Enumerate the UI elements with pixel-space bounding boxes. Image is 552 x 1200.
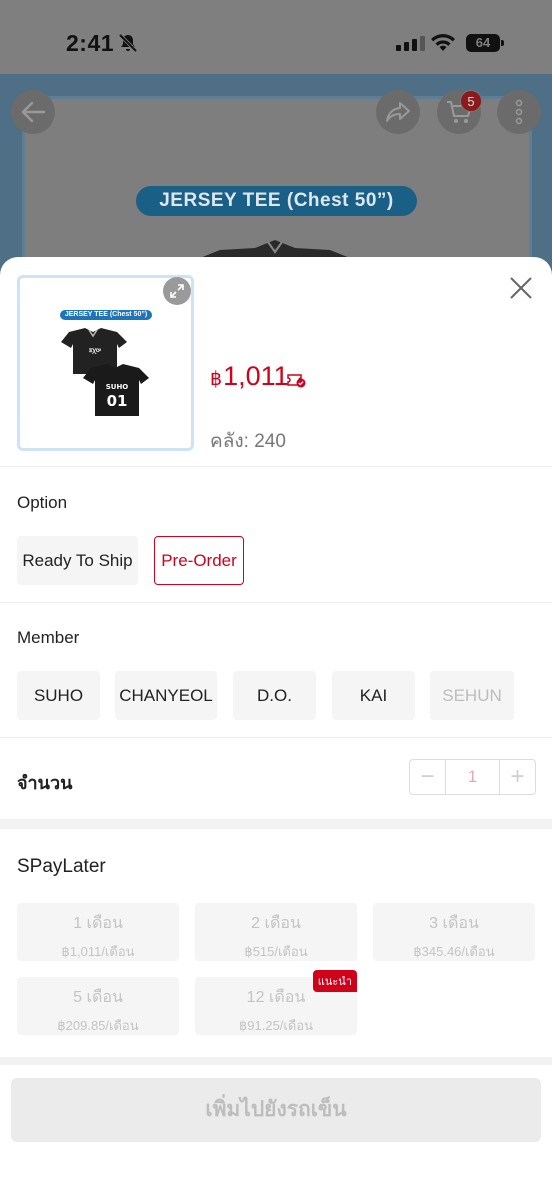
quantity-title: จำนวน [17,773,73,793]
thumbnail-number: 01 [107,392,128,410]
member-do[interactable]: D.O. [233,671,316,720]
quantity-increase-button[interactable]: + [500,760,535,794]
plan-months: 3 เดือน [429,915,479,932]
arrow-left-icon [21,101,46,123]
spaylater-plan-5: 5 เดือน ฿209.85/เดือน [17,977,179,1035]
member-title: Member [17,628,80,647]
jersey-image: ꭼꭓꭴ SUHO 01 [61,328,149,416]
thumbnail-member: SUHO [106,383,129,391]
status-time: 2:41 [66,30,115,56]
more-vertical-icon [515,99,523,125]
member-sehun: SEHUN [430,671,514,720]
plan-price: ฿209.85/เดือน [57,1018,139,1033]
cellular-signal-icon [396,36,425,51]
plan-price: ฿91.25/เดือน [239,1018,313,1033]
member-chanyeol[interactable]: CHANYEOL [115,671,217,720]
section-separator [0,1057,552,1065]
spaylater-plan-3: 3 เดือน ฿345.46/เดือน [373,903,535,961]
plan-price: ฿345.46/เดือน [413,944,495,959]
share-icon [386,102,410,122]
thumbnail-banner: JERSEY TEE (Chest 50”) [60,310,152,320]
expand-image-button[interactable] [163,277,191,305]
option-pre-order[interactable]: Pre-Order [154,536,244,585]
plan-months: 5 เดือน [73,989,123,1006]
plan-price: ฿1,011/เดือน [61,944,135,959]
divider [0,466,552,467]
svg-text:ꭼꭓꭴ: ꭼꭓꭴ [88,346,101,354]
spaylater-title: SPayLater [17,856,106,877]
option-title: Option [17,493,68,512]
section-separator [0,819,552,829]
status-bar: 2:41 64 [0,0,552,74]
more-options-button[interactable] [497,90,541,134]
share-button[interactable] [376,90,420,134]
plan-price: ฿515/เดือน [244,944,308,959]
divider [0,602,552,603]
plan-months: 2 เดือน [251,915,301,932]
product-price: ฿ 1,011 [210,361,289,392]
wifi-icon [431,34,455,51]
plan-months: 1 เดือน [73,915,123,932]
variant-selection-sheet: JERSEY TEE (Chest 50”) ꭼꭓꭴ SUHO 01 ฿ 1,0… [0,257,552,1200]
recommended-badge: แนะนำ [312,970,357,992]
jersey-collar-graphic [200,240,350,258]
spaylater-plan-12: แนะนำ 12 เดือน ฿91.25/เดือน [195,970,357,1035]
price-value: 1,011 [223,361,289,391]
silent-bell-icon [118,33,138,53]
quantity-stepper: − 1 + [409,759,536,795]
member-kai[interactable]: KAI [332,671,415,720]
option-ready-to-ship[interactable]: Ready To Ship [17,536,138,585]
product-banner: JERSEY TEE (Chest 50”) [136,186,417,216]
quantity-decrease-button[interactable]: − [410,760,445,794]
spaylater-plan-2: 2 เดือน ฿515/เดือน [195,903,357,961]
close-icon[interactable] [506,273,536,303]
add-to-cart-button[interactable]: เพิ่มไปยังรถเข็น [11,1078,541,1142]
stock-count: คลัง: 240 [210,431,286,452]
price-currency: ฿ [210,369,223,390]
quantity-input[interactable]: 1 [445,760,500,794]
member-suho[interactable]: SUHO [17,671,100,720]
voucher-check-icon [287,374,306,388]
expand-icon [170,284,184,298]
spaylater-plan-1: 1 เดือน ฿1,011/เดือน [17,903,179,961]
battery-indicator: 64 [466,34,504,52]
divider [0,737,552,738]
cart-count-badge: 5 [460,90,482,112]
back-button[interactable] [11,90,55,134]
